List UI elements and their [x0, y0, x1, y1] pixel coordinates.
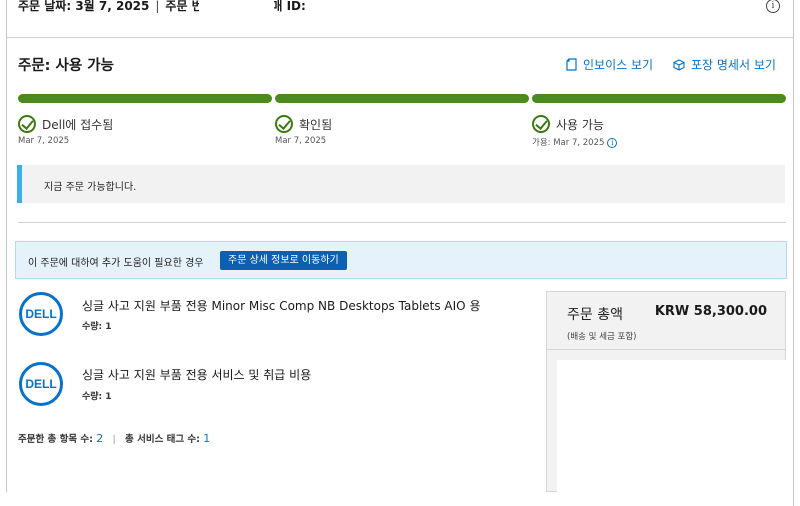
document-icon — [566, 58, 577, 71]
order-total-panel: 주문 총액 KRW 58,300.00 (배송 및 세금 포함) — [546, 291, 786, 492]
order-date: 주문 날짜: 3월 7, 2025 — [18, 0, 150, 13]
redaction-block — [199, 0, 274, 34]
check-circle-icon — [18, 115, 36, 133]
order-counts: 주문한 총 항목 수: 2 | 총 서비스 태그 수: 1 — [18, 432, 211, 445]
item-quantity: 수량: 1 — [82, 392, 112, 402]
item-quantity: 수량: 1 — [82, 322, 112, 332]
progress-segment — [532, 94, 786, 103]
step-date: Mar 7, 2025 — [275, 136, 327, 146]
order-total-note: (배송 및 세금 포함) — [567, 332, 637, 342]
order-total-label: 주문 총액 — [567, 307, 623, 323]
divider — [18, 222, 786, 223]
check-circle-icon — [275, 115, 293, 133]
page-title: 주문: 사용 가능 — [18, 58, 114, 74]
go-to-order-details-button[interactable]: 주문 상세 정보로 이동하기 — [220, 251, 347, 270]
redaction-block — [557, 360, 786, 492]
step-label: 확인됨 — [299, 117, 333, 132]
info-icon[interactable]: i — [607, 137, 618, 148]
divider — [6, 37, 794, 38]
step-available: 사용 가능 가용: Mar 7, 2025 i — [532, 115, 618, 148]
redaction-block — [364, 0, 465, 34]
step-received: Dell에 접수됨 Mar 7, 2025 — [18, 115, 113, 146]
notice-text: 지금 주문 가능합니다. — [44, 182, 137, 193]
progress-segment — [18, 94, 272, 103]
package-icon — [673, 58, 685, 71]
items-count[interactable]: 2 — [96, 432, 103, 445]
step-date: 가용: Mar 7, 2025 — [532, 138, 605, 148]
order-total-amount: KRW 58,300.00 — [654, 304, 767, 319]
service-tags-count[interactable]: 1 — [203, 432, 210, 445]
check-circle-icon — [532, 115, 550, 133]
view-packing-slip-link[interactable]: 포장 명세서 보기 — [673, 56, 776, 73]
step-date: Mar 7, 2025 — [18, 136, 70, 146]
service-tags-label: 총 서비스 태그 수: — [125, 434, 200, 445]
view-invoice-link[interactable]: 인보이스 보기 — [566, 56, 653, 73]
item-name: 싱글 사고 지원 부품 전용 서비스 및 취급 비용 — [82, 368, 312, 382]
step-confirmed: 확인됨 Mar 7, 2025 — [275, 115, 332, 146]
dell-logo: DELL — [19, 362, 63, 406]
order-notice: 지금 주문 가능합니다. — [17, 165, 785, 203]
dell-logo: DELL — [19, 292, 63, 336]
left-frame-border — [6, 0, 7, 492]
item-name: 싱글 사고 지원 부품 전용 Minor Misc Comp NB Deskto… — [82, 299, 481, 313]
items-count-label: 주문한 총 항목 수: — [18, 434, 93, 445]
help-text: 이 주문에 대하여 추가 도움이 필요한 경우 — [28, 258, 204, 269]
view-packing-slip-label: 포장 명세서 보기 — [691, 58, 776, 72]
help-banner: 이 주문에 대하여 추가 도움이 필요한 경우 주문 상세 정보로 이동하기 — [15, 241, 787, 279]
divider — [547, 349, 785, 350]
info-icon[interactable]: i — [766, 0, 780, 13]
progress-segment — [275, 94, 529, 103]
step-date-row: 가용: Mar 7, 2025 i — [532, 136, 618, 148]
view-invoice-label: 인보이스 보기 — [583, 58, 654, 72]
right-frame-border — [793, 0, 794, 506]
step-label: Dell에 접수됨 — [42, 117, 114, 132]
step-label: 사용 가능 — [556, 117, 604, 132]
